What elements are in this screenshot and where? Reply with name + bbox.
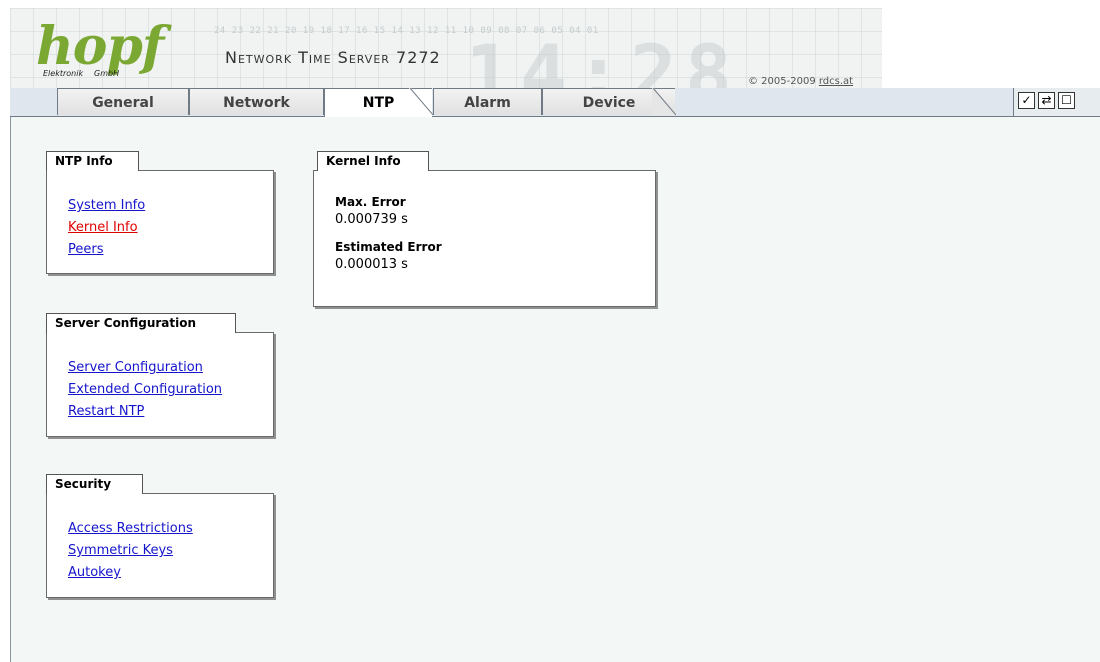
header-banner: 14:28 24 23 22 21 20 19 18 17 16 15 14 1… [10, 8, 882, 88]
tab-ntp-slant [409, 88, 433, 116]
hopf-logo: hopf Elektronik GmbH [36, 16, 171, 84]
ntp-info-panel: System Info Kernel Info Peers [46, 170, 274, 274]
link-kernel-info[interactable]: Kernel Info [68, 217, 273, 239]
hour-scale: 24 23 22 21 20 19 18 17 16 15 14 13 12 1… [214, 26, 599, 36]
tab-network[interactable]: Network [189, 88, 324, 115]
toolbar-icons: ✓ ⇄ ☐ [1013, 88, 1100, 116]
product-title: Network Time Server 7272 [225, 48, 441, 67]
max-error-value: 0.000739 s [335, 212, 408, 227]
link-access-restrictions[interactable]: Access Restrictions [68, 518, 273, 540]
tab-alarm[interactable]: Alarm [433, 88, 542, 115]
logo-wordmark: hopf [36, 16, 164, 77]
page-icon[interactable]: ☐ [1058, 92, 1075, 109]
kernel-info-panel-title: Kernel Info [317, 151, 429, 171]
logo-sub-right: GmbH [94, 69, 120, 78]
logo-sub-left: Elektronik [43, 69, 84, 78]
tab-general[interactable]: General [57, 88, 189, 115]
checkmark-icon[interactable]: ✓ [1018, 92, 1035, 109]
kernel-info-panel: Max. Error 0.000739 s Estimated Error 0.… [313, 170, 656, 307]
link-restart-ntp[interactable]: Restart NTP [68, 401, 273, 423]
link-system-info[interactable]: System Info [68, 195, 273, 217]
server-configuration-panel-title: Server Configuration [46, 313, 236, 333]
content-area: NTP Info System Info Kernel Info Peers S… [10, 117, 1100, 662]
server-configuration-panel: Server Configuration Extended Configurat… [46, 332, 274, 437]
link-symmetric-keys[interactable]: Symmetric Keys [68, 540, 273, 562]
estimated-error-label: Estimated Error [335, 240, 442, 254]
security-panel-title: Security [46, 474, 143, 494]
link-peers[interactable]: Peers [68, 239, 273, 261]
copyright: © 2005-2009 rdcs.at [748, 76, 853, 87]
estimated-error-value: 0.000013 s [335, 257, 408, 272]
max-error-label: Max. Error [335, 195, 406, 209]
header-clock-watermark: 14:28 [465, 30, 740, 88]
copyright-prefix: © 2005-2009 [748, 76, 816, 87]
link-server-configuration[interactable]: Server Configuration [68, 357, 273, 379]
ntp-info-panel-title: NTP Info [46, 151, 139, 171]
copyright-link[interactable]: rdcs.at [819, 76, 853, 87]
refresh-icon[interactable]: ⇄ [1038, 92, 1055, 109]
product-title-text: Network Time Server 7272 [225, 48, 441, 67]
tab-device-slant [652, 88, 676, 116]
security-panel: Access Restrictions Symmetric Keys Autok… [46, 493, 274, 598]
tab-bar: General Network NTP Alarm Device ✓ ⇄ ☐ [0, 88, 1100, 117]
link-autokey[interactable]: Autokey [68, 562, 273, 584]
link-extended-configuration[interactable]: Extended Configuration [68, 379, 273, 401]
